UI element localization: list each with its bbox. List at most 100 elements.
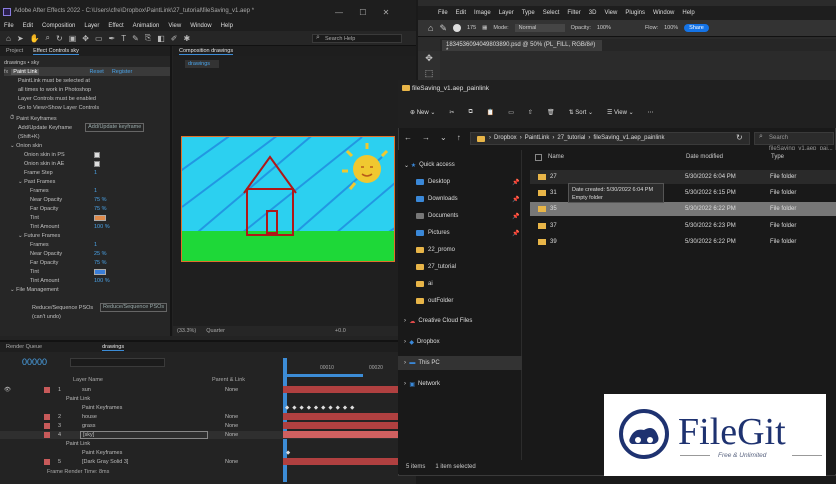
comp-zoom[interactable]: (33.3%)	[177, 328, 196, 334]
recent-icon[interactable]: ⌄	[440, 133, 447, 142]
menu-window[interactable]: Window	[190, 23, 211, 29]
menu-effect[interactable]: Effect	[108, 23, 123, 29]
nav-creative-cloud[interactable]: › ☁ Creative Cloud Files	[398, 314, 522, 328]
layer-duration-bar[interactable]	[283, 422, 398, 429]
ec-future-frames[interactable]: ⌄ Future Frames	[4, 231, 170, 240]
menu-help[interactable]: Help	[221, 23, 233, 29]
ec-file-management[interactable]: ⌄ File Management	[4, 285, 170, 294]
home-icon[interactable]: ⌂	[428, 23, 433, 33]
home-icon[interactable]: ⌂	[6, 34, 11, 43]
parent-select[interactable]: None	[225, 387, 238, 393]
layer-name[interactable]: sun	[82, 387, 91, 393]
file-name[interactable]: 27	[550, 174, 557, 180]
menu-view[interactable]: View	[168, 23, 181, 29]
address-bar[interactable]: › Dropbox › PaintLink › 27_tutorial › fi…	[470, 132, 750, 145]
ps-menu-file[interactable]: File	[438, 10, 448, 16]
add-update-keyframe-button[interactable]: Add/Update keyframe	[85, 123, 145, 132]
timeline-search[interactable]	[70, 358, 165, 367]
flow-field[interactable]: 100%	[664, 25, 678, 31]
layer-duration-bar[interactable]	[283, 458, 398, 465]
parent-select[interactable]: None	[225, 459, 238, 465]
ps-menu-select[interactable]: Select	[543, 10, 560, 16]
menu-file[interactable]: File	[4, 23, 14, 29]
file-row[interactable]: 27 5/30/2022 6:04 PM File folder	[530, 170, 836, 184]
layer-row-selected[interactable]: 4 [sky] None	[0, 431, 416, 439]
ps-doc-tab[interactable]: 1834536094049803890.psd @ 50% (PL_FILL, …	[442, 40, 602, 54]
move-tool-icon[interactable]: ✥	[418, 51, 440, 66]
comp-exposure[interactable]: +0.0	[335, 328, 346, 334]
ec-onion-skin[interactable]: ⌄ Onion skin	[4, 141, 170, 150]
past-frames-value[interactable]: 1	[94, 188, 97, 194]
fx-icon[interactable]: fx	[4, 69, 8, 75]
stopwatch-icon[interactable]: ⏱	[10, 115, 14, 122]
type-tool-icon[interactable]: T	[121, 34, 126, 43]
new-button[interactable]: ⊕ New ⌄	[410, 109, 435, 116]
breadcrumb-item[interactable]: Dropbox	[494, 133, 517, 144]
file-name[interactable]: 35	[550, 206, 557, 212]
menu-layer[interactable]: Layer	[84, 23, 99, 29]
ps-menu-filter[interactable]: Filter	[567, 10, 580, 16]
ae-search-help[interactable]: Search Help	[312, 34, 402, 43]
layer-label-color[interactable]	[44, 423, 50, 429]
ps-menu-help[interactable]: Help	[682, 10, 694, 16]
nav-27-tutorial[interactable]: 27_tutorial	[398, 260, 522, 274]
past-far-value[interactable]: 75 %	[94, 206, 107, 212]
ps-menu-plugins[interactable]: Plugins	[625, 10, 645, 16]
back-icon[interactable]: ←	[404, 133, 412, 142]
nav-documents[interactable]: Documents 📌	[398, 209, 522, 223]
past-near-value[interactable]: 75 %	[94, 197, 107, 203]
nav-pictures[interactable]: Pictures 📌	[398, 226, 522, 240]
layer-label-color[interactable]	[44, 432, 50, 438]
col-date-modified[interactable]: Date modified	[686, 154, 723, 160]
future-frames-value[interactable]: 1	[94, 242, 97, 248]
pen-tool-icon[interactable]: ✒	[109, 34, 116, 43]
file-name[interactable]: 39	[550, 239, 557, 245]
roto-tool-icon[interactable]: ✐	[171, 34, 178, 43]
eraser-tool-icon[interactable]: ◧	[157, 34, 165, 43]
view-button[interactable]: ☰ View ⌄	[607, 109, 634, 116]
parent-select[interactable]: None	[225, 414, 238, 420]
work-area-bar[interactable]	[283, 374, 363, 377]
layer-name[interactable]: house	[82, 414, 97, 420]
col-type[interactable]: Type	[771, 154, 784, 160]
share-button[interactable]: Share	[684, 24, 709, 32]
breadcrumb-item[interactable]: PaintLink	[525, 133, 550, 144]
comp-resolution[interactable]: Quarter	[206, 328, 225, 334]
file-row-selected[interactable]: 35 5/30/2022 6:22 PM File folder	[530, 202, 836, 216]
brush-icon[interactable]: ✎	[439, 23, 447, 34]
onion-ps-checkbox[interactable]	[94, 151, 100, 158]
past-tint-amount-value[interactable]: 100 %	[94, 224, 110, 230]
more-icon[interactable]: ⋯	[648, 109, 654, 116]
layer-row[interactable]: 3 grass None	[0, 422, 416, 430]
ae-window-controls[interactable]: — ☐ ✕	[335, 8, 389, 17]
future-far-value[interactable]: 75 %	[94, 260, 107, 266]
tab-timeline-drawings[interactable]: drawings	[102, 344, 125, 351]
file-name[interactable]: 31	[550, 190, 557, 196]
breadcrumb-item[interactable]: 27_tutorial	[557, 133, 585, 144]
effect-row[interactable]: fx Paint Link Reset Register	[4, 67, 170, 76]
layer-label-color[interactable]	[44, 387, 50, 393]
refresh-icon[interactable]: ↻	[736, 133, 743, 142]
nav-ai[interactable]: ai	[398, 277, 522, 291]
onion-ae-checkbox[interactable]	[94, 160, 100, 167]
layer-duration-bar[interactable]	[283, 413, 398, 420]
forward-icon[interactable]: →	[422, 133, 430, 142]
nav-22-promo[interactable]: 22_promo	[398, 243, 522, 257]
paste-icon[interactable]: 📋	[487, 109, 494, 116]
marquee-tool-icon[interactable]: ⬚	[418, 66, 440, 81]
rotate-tool-icon[interactable]: ↻	[56, 34, 63, 43]
cut-icon[interactable]: ✂	[449, 109, 454, 116]
breadcrumb-item[interactable]: fileSaving_v1.aep_painlink	[593, 133, 664, 144]
nav-desktop[interactable]: Desktop 📌	[398, 175, 522, 189]
comp-subtab[interactable]: drawings	[185, 60, 219, 68]
nav-dropbox[interactable]: › ◆ Dropbox	[398, 335, 522, 349]
clone-tool-icon[interactable]: ⎘	[145, 33, 151, 43]
zoom-tool-icon[interactable]: ⌕	[46, 33, 50, 43]
nav-network[interactable]: › ▣ Network	[398, 377, 522, 391]
ps-menu-layer[interactable]: Layer	[499, 10, 514, 16]
file-name[interactable]: 37	[550, 223, 557, 229]
nav-quick-access[interactable]: ⌄ ★ Quick access	[398, 158, 522, 172]
layer-duration-bar[interactable]	[283, 386, 398, 393]
keyframe-prop-row[interactable]: Paint Keyframes ◆	[0, 449, 416, 457]
brush-size[interactable]: 175	[467, 25, 476, 31]
